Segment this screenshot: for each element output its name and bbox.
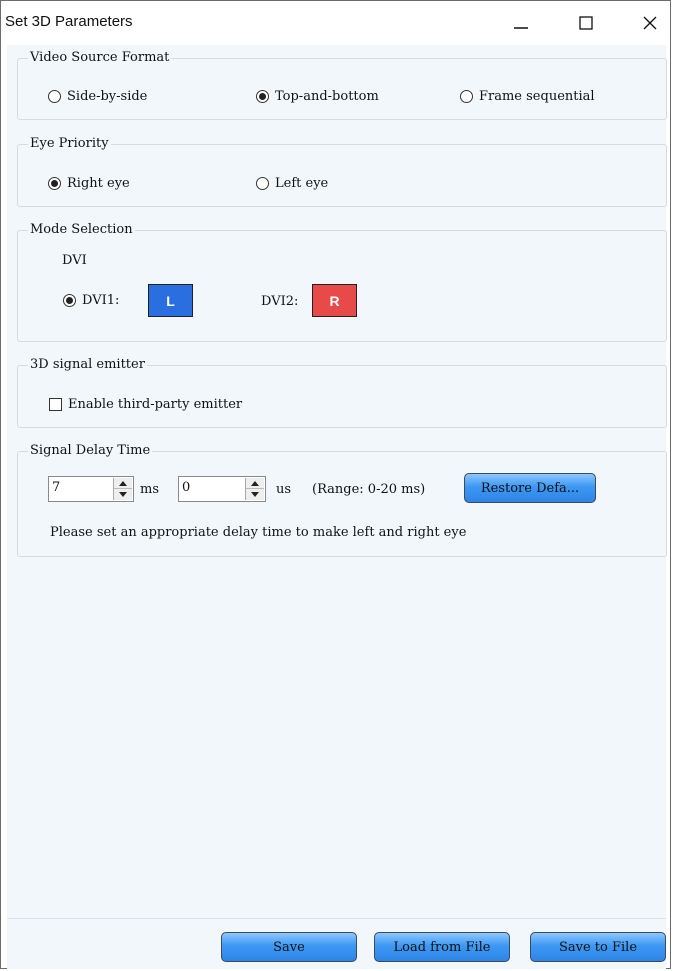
us-decrement-button[interactable]	[246, 489, 264, 500]
us-increment-button[interactable]	[246, 478, 264, 489]
checkbox-label: Enable third-party emitter	[68, 397, 243, 412]
ms-spinbox[interactable]: 7	[48, 476, 134, 502]
delay-hint-text: Please set an appropriate delay time to …	[50, 525, 467, 540]
range-text: (Range: 0-20 ms)	[312, 482, 426, 497]
radio-label: Top-and-bottom	[275, 89, 379, 104]
dvi1-label: DVI1:	[82, 293, 120, 308]
mode-selection-legend: Mode Selection	[28, 222, 135, 237]
arrow-down-icon	[119, 492, 127, 497]
signal-delay-group: Signal Delay Time 7 ms 0 us (Range: 0-20…	[17, 443, 667, 557]
signal-emitter-group: 3D signal emitter Enable third-party emi…	[17, 357, 667, 428]
video-source-group: Video Source Format Side-by-side Top-and…	[17, 50, 667, 120]
radio-indicator[interactable]	[48, 177, 61, 190]
maximize-button[interactable]	[564, 5, 608, 41]
restore-default-button[interactable]: Restore Defa...	[464, 473, 596, 503]
ms-decrement-button[interactable]	[114, 489, 132, 500]
eye-priority-legend: Eye Priority	[28, 136, 111, 151]
radio-indicator[interactable]	[256, 177, 269, 190]
radio-indicator[interactable]	[48, 90, 61, 103]
us-unit: us	[276, 482, 292, 497]
ms-value[interactable]: 7	[52, 480, 60, 495]
radio-right-eye[interactable]: Right eye	[48, 176, 130, 191]
radio-indicator[interactable]	[63, 294, 76, 307]
us-value[interactable]: 0	[182, 480, 190, 495]
radio-frame-sequential[interactable]: Frame sequential	[460, 89, 595, 104]
radio-indicator[interactable]	[460, 90, 473, 103]
radio-label: Left eye	[275, 176, 329, 191]
dvi-sublabel: DVI	[62, 253, 87, 268]
ms-increment-button[interactable]	[114, 478, 132, 489]
dvi2-right-eye-button[interactable]: R	[312, 284, 357, 317]
title-bar[interactable]: Set 3D Parameters	[1, 1, 670, 45]
us-spinbox[interactable]: 0	[178, 476, 266, 502]
maximize-icon	[579, 16, 593, 30]
minimize-button[interactable]	[499, 5, 543, 41]
window-title: Set 3D Parameters	[5, 13, 133, 30]
save-button[interactable]: Save	[221, 932, 357, 962]
enable-emitter-checkbox[interactable]: Enable third-party emitter	[49, 397, 242, 412]
dvi2-label: DVI2:	[261, 294, 299, 309]
eye-priority-group: Eye Priority Right eye Left eye	[17, 136, 667, 207]
radio-label: Frame sequential	[479, 89, 595, 104]
radio-top-and-bottom[interactable]: Top-and-bottom	[256, 89, 379, 104]
radio-label: Side-by-side	[67, 89, 148, 104]
close-icon	[643, 16, 657, 30]
radio-side-by-side[interactable]: Side-by-side	[48, 89, 147, 104]
signal-delay-legend: Signal Delay Time	[28, 443, 153, 458]
mode-selection-group: Mode Selection DVI DVI1: L DVI2: R	[17, 222, 667, 342]
close-button[interactable]	[628, 5, 672, 41]
radio-left-eye[interactable]: Left eye	[256, 176, 328, 191]
signal-emitter-legend: 3D signal emitter	[28, 357, 147, 372]
radio-dvi1[interactable]: DVI1:	[63, 293, 119, 308]
ms-spin-arrows[interactable]	[113, 478, 132, 500]
radio-indicator[interactable]	[256, 90, 269, 103]
us-spin-arrows[interactable]	[245, 478, 264, 500]
ms-unit: ms	[140, 482, 159, 497]
video-source-legend: Video Source Format	[28, 50, 172, 65]
checkbox-box[interactable]	[49, 398, 62, 411]
arrow-up-icon	[119, 481, 127, 486]
dialog-window: Set 3D Parameters Video Source Format Si…	[0, 0, 671, 969]
minimize-icon	[514, 27, 528, 29]
load-from-file-button[interactable]: Load from File	[374, 932, 510, 962]
save-to-file-button[interactable]: Save to File	[530, 932, 666, 962]
arrow-down-icon	[251, 492, 259, 497]
dvi1-left-eye-button[interactable]: L	[148, 284, 193, 317]
radio-label: Right eye	[67, 176, 130, 191]
arrow-up-icon	[251, 481, 259, 486]
